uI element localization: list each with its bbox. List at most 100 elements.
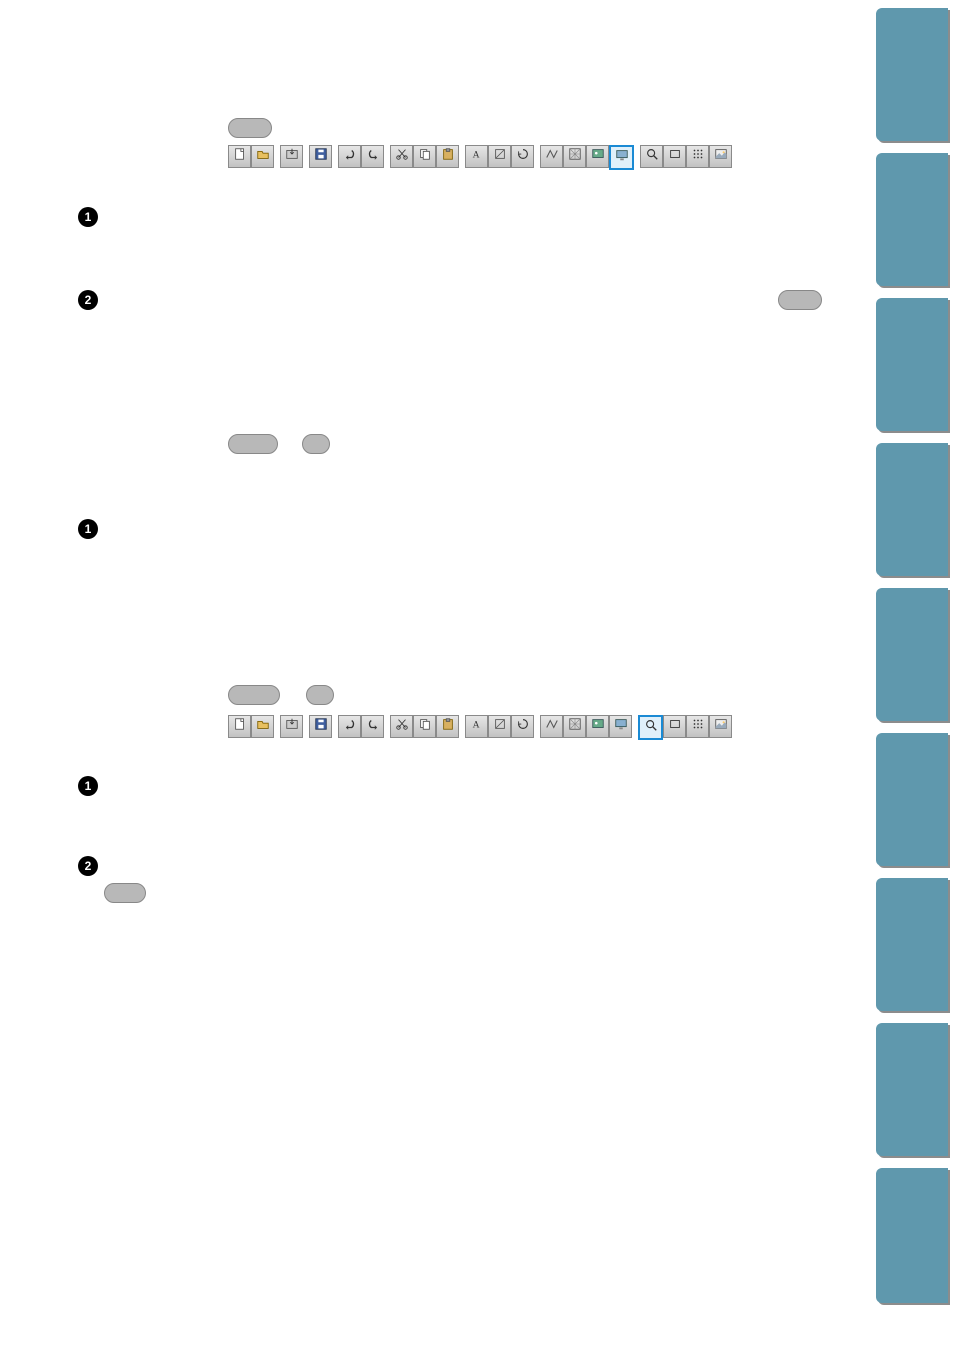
copy-icon [418,717,432,736]
pill-marker [306,685,334,705]
tab-5[interactable] [876,588,948,721]
tab-4[interactable] [876,443,948,576]
new-button[interactable] [228,145,251,168]
cut-button[interactable] [390,145,413,168]
rotate-button[interactable] [511,145,534,168]
copy-icon [418,147,432,166]
tab-6[interactable] [876,733,948,866]
redo-button[interactable] [361,145,384,168]
rect-icon [668,717,682,736]
side-tabs [876,8,954,1315]
rotate-button[interactable] [511,715,534,738]
stitch-button[interactable] [540,715,563,738]
new-icon [233,147,247,166]
dots-icon [691,147,705,166]
resize-button[interactable] [488,145,511,168]
pill-marker [228,118,272,138]
save-button[interactable] [309,715,332,738]
monitor-icon [614,717,628,736]
tab-7[interactable] [876,878,948,1011]
paste-icon [441,147,455,166]
text-button[interactable]: A [465,715,488,738]
image-button[interactable] [709,145,732,168]
redo-button[interactable] [361,715,384,738]
tab-3[interactable] [876,298,948,431]
zoom-button[interactable] [638,715,663,740]
toolbar: A [228,715,732,739]
cut-button[interactable] [390,715,413,738]
text-icon: A [470,147,484,166]
preview-button[interactable] [586,145,609,168]
new-button[interactable] [228,715,251,738]
zoom-icon [644,718,658,737]
rect-button[interactable] [663,145,686,168]
zoom-icon [645,147,659,166]
paste-icon [441,717,455,736]
cut-icon [395,147,409,166]
undo-icon [343,717,357,736]
import-button[interactable] [280,145,303,168]
undo-button[interactable] [338,145,361,168]
resize-button[interactable] [488,715,511,738]
open-button[interactable] [251,145,274,168]
pill-marker [778,290,822,310]
pill-marker [302,434,330,454]
dots-button[interactable] [686,145,709,168]
pill-marker [228,685,280,705]
copy-button[interactable] [413,715,436,738]
tab-9[interactable] [876,1168,948,1303]
save-button[interactable] [309,145,332,168]
pattern-button[interactable] [563,715,586,738]
image-icon [714,147,728,166]
tab-2[interactable] [876,153,948,286]
monitor-icon [615,148,629,167]
tab-8[interactable] [876,1023,948,1156]
preview-icon [591,147,605,166]
open-button[interactable] [251,715,274,738]
svg-text:A: A [472,150,479,161]
tab-1[interactable] [876,8,948,141]
step-number: 1 [78,207,98,227]
rotate-icon [516,717,530,736]
image-button[interactable] [709,715,732,738]
pill-marker [104,883,146,903]
undo-button[interactable] [338,715,361,738]
monitor-button[interactable] [609,715,632,738]
preview-button[interactable] [586,715,609,738]
step-number: 2 [78,290,98,310]
paste-button[interactable] [436,145,459,168]
stitch-button[interactable] [540,145,563,168]
resize-icon [493,717,507,736]
save-icon [314,147,328,166]
text-button[interactable]: A [465,145,488,168]
rect-button[interactable] [663,715,686,738]
import-button[interactable] [280,715,303,738]
step-number: 2 [78,856,98,876]
redo-icon [366,147,380,166]
paste-button[interactable] [436,715,459,738]
svg-text:A: A [472,720,479,731]
rect-icon [668,147,682,166]
cut-icon [395,717,409,736]
preview-icon [591,717,605,736]
toolbar: A [228,145,732,169]
dots-icon [691,717,705,736]
save-icon [314,717,328,736]
pattern-button[interactable] [563,145,586,168]
step-number: 1 [78,519,98,539]
redo-icon [366,717,380,736]
rotate-icon [516,147,530,166]
import-icon [285,147,299,166]
import-icon [285,717,299,736]
monitor-button[interactable] [609,145,634,170]
copy-button[interactable] [413,145,436,168]
step-number: 1 [78,776,98,796]
resize-icon [493,147,507,166]
pill-marker [228,434,278,454]
pattern-icon [568,147,582,166]
open-icon [256,147,270,166]
image-icon [714,717,728,736]
stitch-icon [545,717,559,736]
zoom-button[interactable] [640,145,663,168]
dots-button[interactable] [686,715,709,738]
